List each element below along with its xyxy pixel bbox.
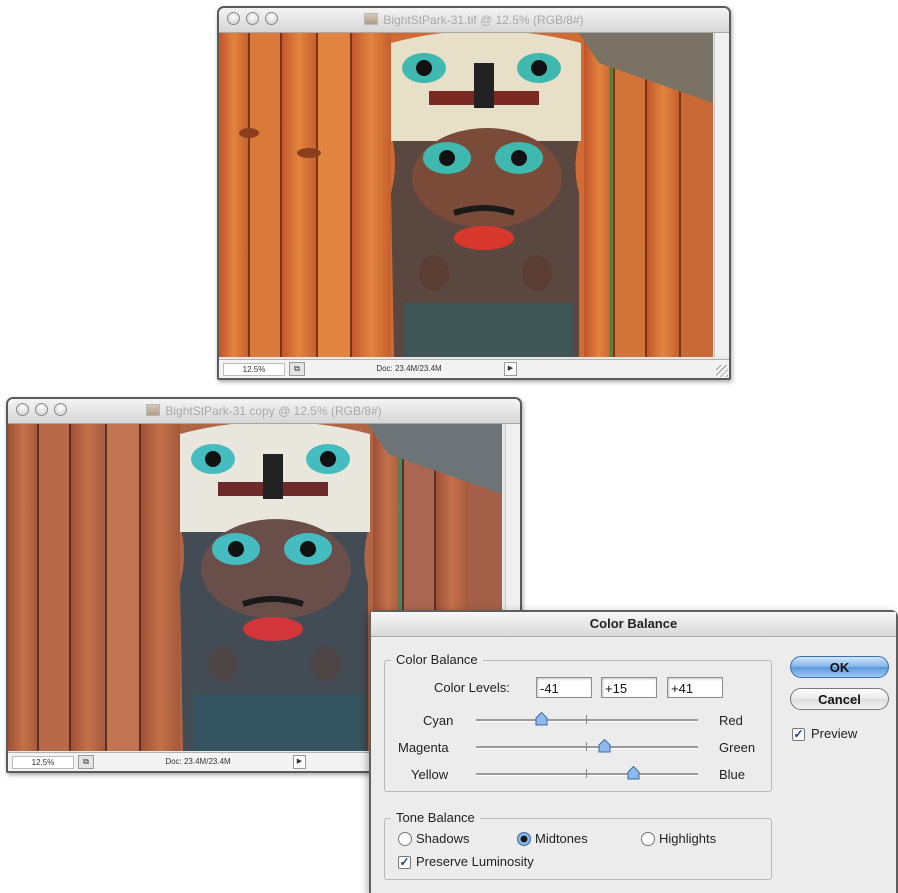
- status-info-icon[interactable]: ⧉: [78, 755, 94, 769]
- preserve-luminosity-label[interactable]: Preserve Luminosity: [416, 854, 534, 869]
- slider-center-tick: [586, 742, 587, 751]
- title-bar[interactable]: BightStPark-31.tif @ 12.5% (RGB/8#): [219, 8, 729, 33]
- window-title: BightStPark-31 copy @ 12.5% (RGB/8#): [165, 404, 382, 418]
- shadows-radio[interactable]: [398, 832, 412, 846]
- magenta-label: Magenta: [398, 740, 449, 755]
- vertical-scrollbar[interactable]: [714, 33, 729, 357]
- group-title: Color Balance: [391, 652, 483, 667]
- yellow-label: Yellow: [411, 767, 449, 782]
- group-title: Tone Balance: [391, 810, 480, 825]
- photo-canvas[interactable]: [219, 33, 713, 357]
- status-bar: 12.5% ⧉ Doc: 23.4M/23.4M ▶: [219, 359, 729, 378]
- status-menu-arrow-icon[interactable]: ▶: [504, 362, 517, 376]
- cyan-red-slider[interactable]: [476, 712, 698, 726]
- red-label: Red: [719, 713, 743, 728]
- cancel-button[interactable]: Cancel: [790, 688, 889, 710]
- color-balance-dialog[interactable]: Color Balance Color Balance Color Levels…: [369, 610, 898, 893]
- midtones-label[interactable]: Midtones: [535, 831, 588, 846]
- blue-label: Blue: [719, 767, 746, 782]
- magenta-green-slider[interactable]: [476, 739, 698, 753]
- title-bar[interactable]: BightStPark-31 copy @ 12.5% (RGB/8#): [8, 399, 520, 424]
- yellow-blue-level-input[interactable]: +41: [667, 677, 723, 698]
- shadows-label[interactable]: Shadows: [416, 831, 469, 846]
- magenta-green-level-input[interactable]: +15: [601, 677, 657, 698]
- highlights-radio[interactable]: [641, 832, 655, 846]
- magenta-green-slider-thumb[interactable]: [598, 739, 611, 753]
- doc-size-info: Doc: 23.4M/23.4M: [165, 757, 231, 766]
- cyan-label: Cyan: [423, 713, 454, 728]
- document-window-original[interactable]: BightStPark-31.tif @ 12.5% (RGB/8#) 12.5…: [217, 6, 731, 380]
- green-label: Green: [719, 740, 756, 755]
- preview-checkbox[interactable]: ✓: [792, 728, 805, 741]
- preserve-luminosity-checkbox[interactable]: ✓: [398, 856, 411, 869]
- status-info-icon[interactable]: ⧉: [289, 362, 305, 376]
- zoom-field[interactable]: 12.5%: [223, 363, 285, 376]
- slider-center-tick: [586, 769, 587, 778]
- zoom-field[interactable]: 12.5%: [12, 756, 74, 769]
- midtones-radio[interactable]: [517, 832, 531, 846]
- document-icon: [364, 13, 379, 25]
- yellow-blue-slider-thumb[interactable]: [627, 766, 640, 780]
- yellow-blue-slider[interactable]: [476, 766, 698, 780]
- cyan-red-slider-thumb[interactable]: [535, 712, 548, 726]
- slider-center-tick: [586, 715, 587, 724]
- highlights-label[interactable]: Highlights: [659, 831, 716, 846]
- ok-button[interactable]: OK: [790, 656, 889, 678]
- totem-pole: [391, 33, 581, 357]
- dialog-title: Color Balance: [371, 612, 896, 637]
- tone-balance-group: Tone Balance: [384, 810, 772, 880]
- status-menu-arrow-icon[interactable]: ▶: [293, 755, 306, 769]
- color-levels-label: Color Levels:: [434, 680, 510, 695]
- resize-grip-icon[interactable]: [716, 365, 728, 377]
- totem-pole: [180, 424, 370, 751]
- cyan-red-level-input[interactable]: -41: [536, 677, 592, 698]
- window-title: BightStPark-31.tif @ 12.5% (RGB/8#): [383, 13, 584, 27]
- document-icon: [146, 404, 161, 416]
- horizontal-scrollbar[interactable]: [519, 360, 715, 378]
- preview-label[interactable]: Preview: [811, 726, 857, 741]
- doc-size-info: Doc: 23.4M/23.4M: [376, 364, 442, 373]
